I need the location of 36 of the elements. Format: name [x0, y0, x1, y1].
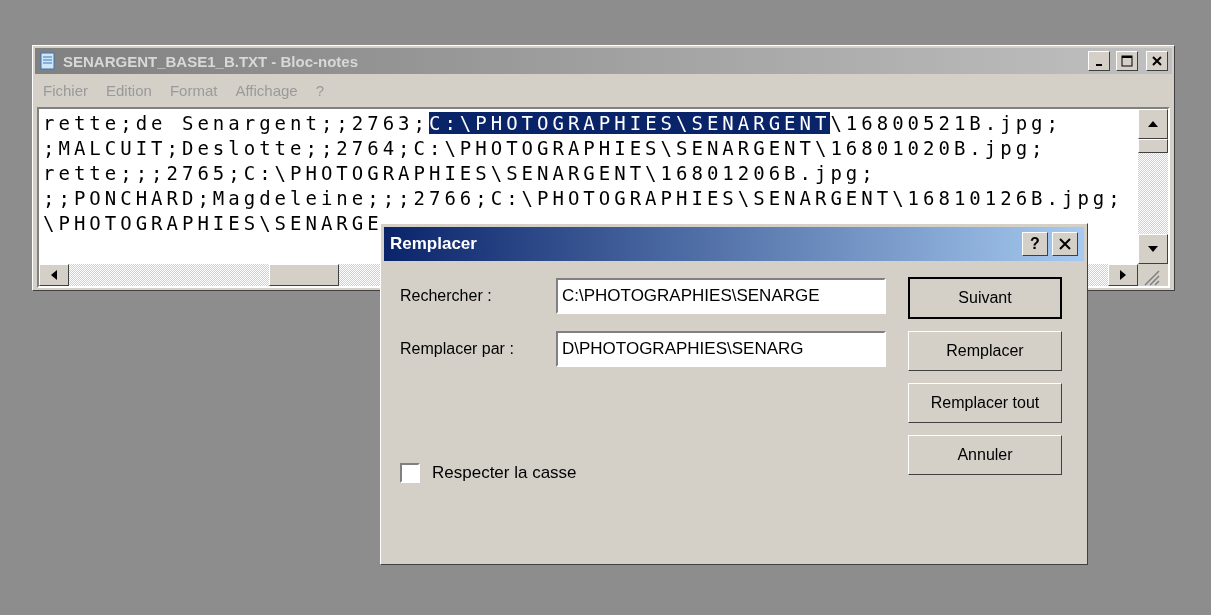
scroll-left-icon[interactable] [39, 264, 69, 286]
maximize-icon [1121, 55, 1133, 67]
selected-text: C:\PHOTOGRAPHIES\SENARGENT [429, 112, 831, 134]
help-button[interactable]: ? [1022, 232, 1048, 256]
text-line: rette;de Senargent;;2763; [43, 112, 429, 134]
close-button[interactable] [1146, 51, 1168, 71]
field-label: Remplacer par : [400, 340, 515, 358]
input-field[interactable]: D\PHOTOGRAPHIES\SENARG [556, 331, 886, 367]
input-field[interactable]: C:\PHOTOGRAPHIES\SENARGE [556, 278, 886, 314]
dialog-button[interactable]: Suivant [908, 277, 1062, 319]
close-icon [1059, 238, 1071, 250]
field-label: Rechercher : [400, 287, 493, 305]
dialog-title: Remplacer [390, 234, 478, 254]
dialog-button[interactable]: Remplacer tout [908, 383, 1062, 423]
dialog-button[interactable]: Annuler [908, 435, 1062, 475]
scroll-up-icon[interactable] [1138, 109, 1168, 139]
vertical-scrollbar[interactable] [1138, 109, 1168, 264]
checkbox[interactable] [400, 463, 420, 483]
close-button[interactable] [1052, 232, 1078, 256]
minimize-button[interactable] [1088, 51, 1110, 71]
text-line: \PHOTOGRAPHIES\SENARGE [43, 212, 383, 234]
text-line: rette;;;2765;C:\PHOTOGRAPHIES\SENARGENT\16801206B.jpg; [43, 162, 877, 184]
notepad-icon [39, 52, 57, 70]
scroll-right-icon[interactable] [1108, 264, 1138, 286]
text-line: ;MALCUIT;Deslotte;;2764;C:\PHOTOGRAPHIES\SENARGENT\16801020B.jpg; [43, 137, 1047, 159]
scroll-thumb[interactable] [1138, 139, 1168, 153]
window-title: SENARGENT_BASE1_B.TXT - Bloc-notes [63, 52, 360, 70]
maximize-button[interactable] [1116, 51, 1138, 71]
scroll-down-icon[interactable] [1138, 234, 1168, 264]
close-icon [1152, 56, 1162, 66]
scroll-thumb[interactable] [269, 264, 339, 286]
minimize-icon [1096, 64, 1102, 66]
text-line: \16800521B.jpg; [830, 112, 1062, 134]
dialog-button[interactable]: Remplacer [908, 331, 1062, 371]
checkbox-label: Respecter la casse [432, 463, 577, 483]
text-line: ;;PONCHARD;Magdeleine;;;2766;C:\PHOTOGRAPHIES\SENARGENT\16810126B.jpg; [43, 187, 1124, 209]
